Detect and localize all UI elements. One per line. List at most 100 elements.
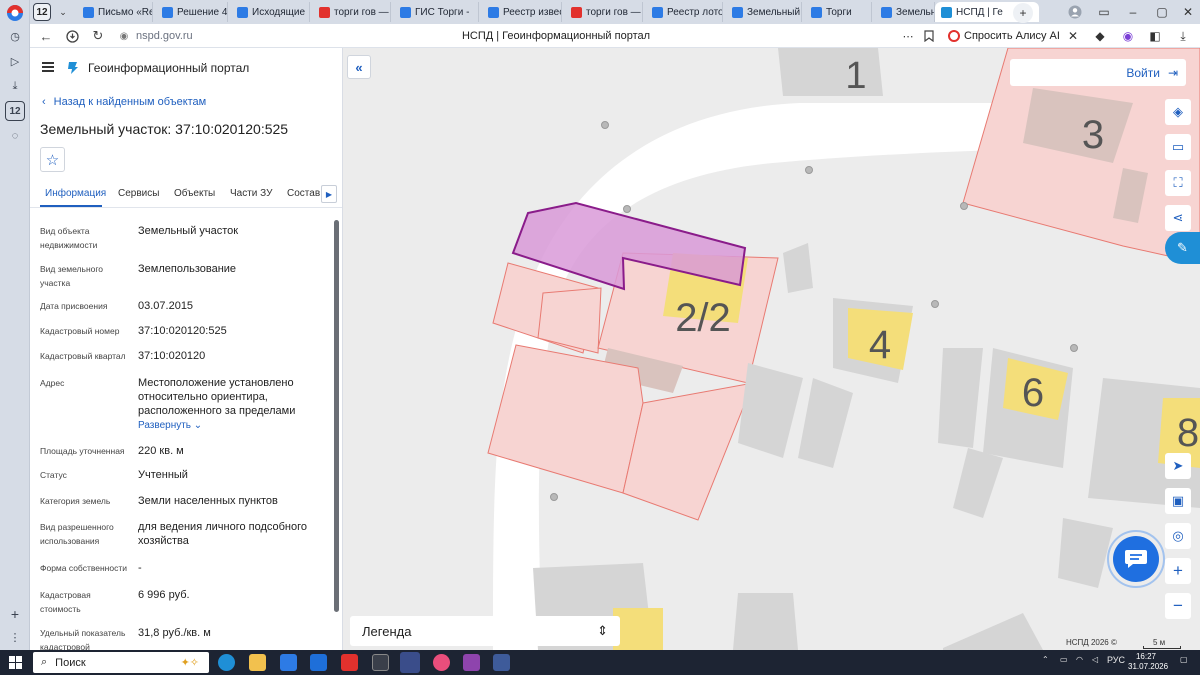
tab-count-icon[interactable]: 12	[5, 101, 25, 121]
more-icon[interactable]: ⋮	[5, 627, 25, 647]
share-button[interactable]: ⋖	[1165, 205, 1191, 231]
protect-icon[interactable]	[62, 26, 82, 46]
messenger-icon[interactable]: ◌	[5, 126, 25, 146]
clock-date: 31.07.2026	[1128, 662, 1169, 671]
layers-button[interactable]: ◈	[1165, 99, 1191, 125]
panel-scrollbar[interactable]	[334, 220, 339, 612]
alice-button[interactable]: Спросить Алису AI	[942, 26, 1066, 46]
wifi-icon[interactable]: ◠	[1076, 655, 1083, 664]
tray-chevron-icon[interactable]: ⌃	[1042, 655, 1049, 664]
tab-favicon-icon	[83, 6, 94, 18]
favorite-button[interactable]: ☆	[40, 147, 65, 172]
collapse-panel-button[interactable]: «	[347, 55, 371, 79]
browser-tab[interactable]: Торги	[805, 2, 872, 22]
building	[1058, 518, 1113, 588]
clock[interactable]: 16:27 31.07.2026	[1128, 652, 1169, 672]
select-area-button[interactable]: ⛶	[1165, 170, 1191, 196]
attribute-label: Адрес	[40, 378, 65, 388]
zoom-out-button[interactable]: −	[1165, 593, 1191, 619]
back-icon[interactable]: ←	[36, 26, 56, 46]
profile-icon[interactable]	[1065, 2, 1085, 22]
tab-services[interactable]: Сервисы	[118, 188, 159, 199]
extension-circle-icon[interactable]: ◉	[1118, 26, 1138, 46]
chat-button[interactable]	[1113, 536, 1159, 582]
download-tray-icon[interactable]: ⤓	[1173, 26, 1193, 46]
bookmarks-icon[interactable]: ▭	[1094, 2, 1114, 22]
locate-button[interactable]: ➤	[1165, 453, 1191, 479]
map-canvas[interactable]: 1 3 2/2 4 6 8	[343, 48, 1200, 650]
browser-tab[interactable]: Решение 42	[156, 2, 228, 22]
attribute-value: Земли населенных пунктов	[138, 495, 278, 507]
building	[953, 448, 1003, 518]
assistant-tab-button[interactable]: ✎	[1165, 232, 1200, 264]
add-icon[interactable]: +	[5, 604, 25, 624]
tab-information[interactable]: Информация	[45, 188, 106, 199]
maximize-icon[interactable]: ▢	[1152, 2, 1172, 22]
browser-logo-icon[interactable]	[5, 3, 25, 23]
minimize-icon[interactable]: –	[1123, 2, 1143, 22]
tab-favicon-icon	[400, 6, 411, 18]
legend-panel[interactable]: Легенда ⇕	[350, 616, 620, 646]
extension-k-icon[interactable]: ✕	[1063, 26, 1083, 46]
assistant-icon: ✎	[1177, 240, 1188, 255]
house-number: 6	[1022, 371, 1044, 415]
taskbar-search[interactable]: ⌕ Поиск ✦✧	[33, 652, 209, 673]
browser-tab[interactable]: Реестр лото	[646, 2, 723, 22]
login-button[interactable]: Войти ⇥	[1010, 59, 1186, 86]
volume-icon[interactable]: ◁	[1092, 655, 1098, 664]
more-options-icon[interactable]: ⋯	[898, 26, 918, 46]
zoom-in-button[interactable]: +	[1165, 558, 1191, 584]
store-app-icon[interactable]	[493, 654, 510, 671]
tab-objects[interactable]: Объекты	[174, 188, 215, 199]
yandex-app-icon[interactable]	[341, 654, 358, 671]
browser-tab[interactable]: Реестр извес	[482, 2, 562, 22]
extension-shield-icon[interactable]: ◆	[1090, 26, 1110, 46]
browser-tab[interactable]: торги гов —	[313, 2, 391, 22]
tab-label: Земельный у	[747, 6, 802, 18]
search-location-button[interactable]: ◎	[1165, 523, 1191, 549]
reload-icon[interactable]: ↻	[88, 26, 108, 46]
chrome-app-icon[interactable]	[433, 654, 450, 671]
tab-list-chevron-icon[interactable]: ⌄	[53, 2, 73, 22]
chat-icon	[1125, 550, 1147, 568]
tabs-scroll-right-button[interactable]: ▶	[321, 185, 337, 203]
lock-icon[interactable]: ◉	[114, 26, 134, 46]
extension-puzzle-icon[interactable]: ◧	[1145, 26, 1165, 46]
notifications-icon[interactable]: ▢	[1180, 655, 1188, 664]
building	[938, 348, 983, 448]
expand-address-link[interactable]: Развернуть ⌄	[138, 419, 328, 433]
panel-tabs: Информация Сервисы Объекты Части ЗУ Сост…	[30, 180, 342, 208]
ruler-button[interactable]: ▭	[1165, 134, 1191, 160]
tab-parts[interactable]: Части ЗУ	[230, 188, 272, 199]
language-indicator[interactable]: РУС	[1107, 655, 1125, 665]
browser-tab[interactable]: Земельный у	[875, 2, 935, 22]
explorer-app-icon[interactable]	[249, 654, 266, 671]
ie-app-icon[interactable]	[310, 654, 327, 671]
map-view[interactable]: 1 3 2/2 4 6 8 « Войти ⇥ ◈ ▭ ⛶ ⋖ ✎ ➤ ▣ ◎ …	[343, 48, 1200, 650]
menu-icon[interactable]	[42, 62, 54, 72]
tab-composition[interactable]: Состав	[287, 188, 320, 199]
bookmark-icon[interactable]	[919, 26, 939, 46]
browser-tab[interactable]: Исходящие	[231, 2, 310, 22]
download-icon[interactable]: ⤓	[5, 76, 25, 96]
play-icon[interactable]: ▷	[5, 51, 25, 71]
mouse-app-icon[interactable]	[463, 654, 480, 671]
portal-name[interactable]: Геоинформационный портал	[88, 61, 249, 75]
new-tab-button[interactable]: +	[1013, 3, 1033, 23]
windows-start-icon[interactable]	[9, 656, 22, 669]
display-icon[interactable]: ▭	[1060, 655, 1068, 664]
mail-app-icon[interactable]	[280, 654, 297, 671]
browser-tab[interactable]: торги гов —	[565, 2, 643, 22]
back-to-results-link[interactable]: ‹ Назад к найденным объектам	[42, 96, 206, 108]
close-window-icon[interactable]: ✕	[1178, 2, 1198, 22]
browser-tab[interactable]: ГИС Торги -	[394, 2, 479, 22]
browser-tab[interactable]: Письмо «Re	[77, 2, 153, 22]
yandex-browser-app-icon[interactable]	[400, 652, 420, 673]
history-icon[interactable]: ◷	[5, 26, 25, 46]
edge-app-icon[interactable]	[218, 654, 235, 671]
browser-tab[interactable]: Земельный у	[726, 2, 802, 22]
url-text[interactable]: nspd.gov.ru	[136, 30, 193, 42]
terminal-app-icon[interactable]	[372, 654, 389, 671]
minimap-button[interactable]: ▣	[1165, 488, 1191, 514]
tab-counter[interactable]: 12	[33, 3, 51, 21]
